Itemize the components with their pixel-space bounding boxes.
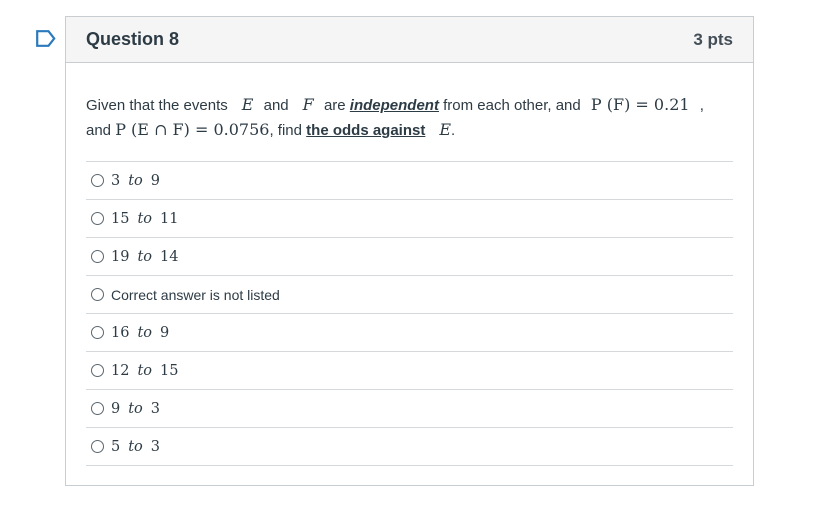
radio-button[interactable] bbox=[91, 250, 104, 263]
answer-value: 14 bbox=[160, 248, 179, 265]
answer-option-5[interactable]: 16 to 9 bbox=[86, 314, 733, 352]
answer-value: 15 bbox=[160, 362, 179, 379]
flag-question-icon[interactable] bbox=[36, 30, 56, 47]
math-var-e: E bbox=[241, 95, 254, 114]
question-text-part: , find bbox=[269, 122, 302, 139]
question-body: Given that the events E and F are independ… bbox=[66, 63, 753, 466]
answer-value: 9 bbox=[111, 400, 121, 417]
answer-option-4[interactable]: Correct answer is not listed bbox=[86, 276, 733, 314]
math-var-f: F bbox=[302, 95, 314, 114]
answer-option-7[interactable]: 9 to 3 bbox=[86, 390, 733, 428]
answer-option-8[interactable]: 5 to 3 bbox=[86, 428, 733, 466]
answer-to: to bbox=[128, 438, 143, 455]
odds-against-emphasis: the odds against bbox=[306, 122, 426, 139]
answer-value: 3 bbox=[111, 172, 121, 189]
question-text-part: Given that the events bbox=[86, 97, 228, 114]
math-pef: P (E ∩ F) = 0.0756 bbox=[115, 120, 270, 139]
question-text-part: and bbox=[263, 97, 289, 114]
question-header: Question 8 3 pts bbox=[66, 17, 753, 63]
answer-value: 9 bbox=[150, 172, 161, 189]
answer-option-2[interactable]: 15 to 11 bbox=[86, 200, 733, 238]
answer-value: 16 bbox=[111, 324, 130, 341]
question-text-part: and bbox=[86, 122, 112, 139]
answer-value: 5 bbox=[111, 438, 121, 455]
radio-button[interactable] bbox=[91, 402, 104, 415]
math-pf: P (F) = 0.21 bbox=[590, 95, 690, 114]
answer-value: 3 bbox=[150, 438, 161, 455]
radio-button[interactable] bbox=[91, 174, 104, 187]
answer-option-1[interactable]: 3 to 9 bbox=[86, 162, 733, 200]
answer-list: 3 to 9 15 to 11 19 to 14 Correct answer is not… bbox=[86, 161, 733, 466]
independent-emphasis: independent bbox=[349, 97, 439, 114]
question-card: Question 8 3 pts Given that the events E … bbox=[65, 16, 754, 486]
question-text-part: from each other, and bbox=[443, 97, 581, 114]
answer-to: to bbox=[137, 324, 153, 341]
math-var-e: E bbox=[439, 120, 452, 139]
answer-option-6[interactable]: 12 to 15 bbox=[86, 352, 733, 390]
radio-button[interactable] bbox=[91, 326, 104, 339]
radio-button[interactable] bbox=[91, 288, 104, 301]
answer-to: to bbox=[137, 210, 153, 227]
answer-value: 9 bbox=[160, 324, 170, 341]
answer-text: Correct answer is not listed bbox=[111, 286, 280, 303]
question-text-part: are bbox=[323, 97, 346, 114]
answer-value: 12 bbox=[111, 362, 130, 379]
answer-value: 15 bbox=[111, 210, 130, 227]
radio-button[interactable] bbox=[91, 212, 104, 225]
answer-to: to bbox=[128, 400, 143, 417]
answer-value: 11 bbox=[160, 210, 179, 227]
answer-to: to bbox=[128, 172, 143, 189]
question-points: 3 pts bbox=[693, 29, 733, 49]
radio-button[interactable] bbox=[91, 364, 104, 377]
answer-to: to bbox=[137, 248, 153, 265]
answer-to: to bbox=[137, 362, 153, 379]
answer-option-3[interactable]: 19 to 14 bbox=[86, 238, 733, 276]
answer-value: 19 bbox=[111, 248, 130, 265]
question-title: Question 8 bbox=[86, 29, 180, 49]
radio-button[interactable] bbox=[91, 440, 104, 453]
question-text-part: , bbox=[699, 97, 704, 114]
question-text: Given that the events E and F are independ… bbox=[86, 93, 733, 143]
question-text-part: . bbox=[451, 122, 456, 139]
answer-value: 3 bbox=[150, 400, 161, 417]
